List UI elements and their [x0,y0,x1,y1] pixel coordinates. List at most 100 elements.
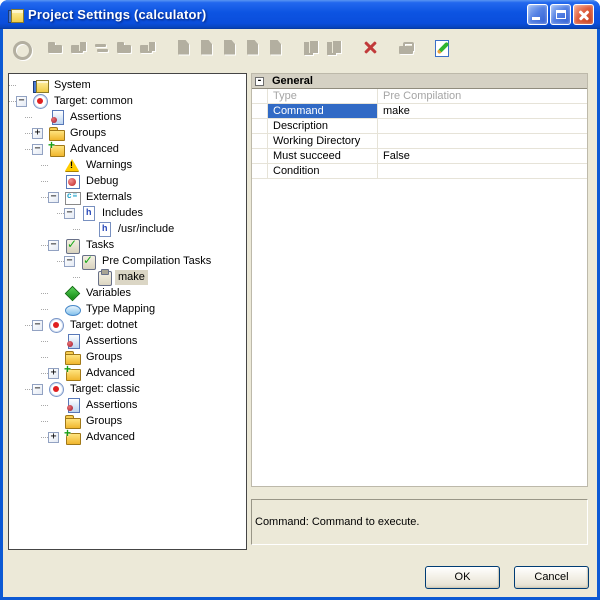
tree-item[interactable]: + Groups [9,125,246,141]
tree-item[interactable]: Variables [9,285,246,301]
tree-item[interactable]: make [9,269,246,285]
ok-button[interactable]: OK [425,566,500,589]
property-value[interactable] [378,164,587,178]
tree-item[interactable]: − Target: classic [9,381,246,397]
transfer-icon [93,39,110,56]
minimize-button[interactable] [527,4,548,25]
tree-item-label: Includes [99,206,146,221]
property-value[interactable]: False [378,149,587,163]
tree-item-label: Groups [67,126,109,141]
page-icon [244,39,261,56]
collapse-icon[interactable]: − [32,384,43,395]
edit-toolbar-button[interactable] [434,39,451,56]
tree-guide-line [25,133,32,134]
tree-item[interactable]: +Advanced [9,365,246,381]
property-label[interactable]: Description [268,119,378,133]
copy-toolbar-button [326,39,343,56]
tree-guide-line [41,293,48,294]
tree-item-label: Target: dotnet [67,318,140,333]
folder-toolbar-button [47,39,64,56]
property-section-title: General [272,75,313,87]
tree-item[interactable]: −Target: common [9,93,246,109]
property-row[interactable]: Condition [252,164,587,179]
property-label[interactable]: Command [268,104,378,118]
tree-guide-line [57,261,64,262]
collapse-icon[interactable]: − [48,192,59,203]
tree-guide-line [57,213,64,214]
property-value[interactable]: Pre Compilation [378,89,587,103]
tree-item[interactable]: +Advanced [9,429,246,445]
tree-guide-line [9,85,16,86]
property-row[interactable]: TypePre Compilation [252,89,587,104]
property-value[interactable]: make [378,104,587,118]
tree-guide-line [41,373,48,374]
property-value[interactable] [378,119,587,133]
assertions-icon [64,397,80,413]
collapse-icon[interactable]: − [64,256,75,267]
page-toolbar-button [267,39,284,56]
tree-item[interactable]: System [9,77,246,93]
collapse-section-icon[interactable]: - [255,77,264,86]
tree-item-label: Debug [83,174,121,189]
tree-item[interactable]: − Target: dotnet [9,317,246,333]
titlebar[interactable]: Project Settings (calculator) [0,0,600,29]
tree-guide-line [41,165,48,166]
property-row-gutter [252,134,268,148]
briefcase-toolbar-button [398,39,415,56]
settings-tree[interactable]: System−Target: commonAssertions+Groups−A… [8,73,247,550]
tree-item[interactable]: /usr/include [9,221,246,237]
property-row[interactable]: Commandmake [252,104,587,119]
property-row-gutter [252,104,268,118]
maximize-button[interactable] [550,4,571,25]
collapse-icon[interactable]: − [16,96,27,107]
property-value[interactable] [378,134,587,148]
delete-toolbar-button[interactable] [362,39,379,56]
assertions-icon [64,333,80,349]
close-button[interactable] [573,4,594,25]
tree-item[interactable]: Groups [9,349,246,365]
property-row[interactable]: Description [252,119,587,134]
property-section-header[interactable]: - General [252,74,587,89]
property-label[interactable]: Working Directory [268,134,378,148]
collapse-icon[interactable]: − [32,144,43,155]
property-row-gutter [252,164,268,178]
property-grid[interactable]: - General TypePre CompilationCommandmake… [251,73,588,487]
tree-item[interactable]: −Tasks [9,237,246,253]
tree-item[interactable]: Debug [9,173,246,189]
tree-item-label: Target: classic [67,382,143,397]
tree-item-label: Assertions [83,398,140,413]
target-icon [48,381,64,397]
window-icon [7,7,23,23]
property-row[interactable]: Must succeedFalse [252,149,587,164]
collapse-icon[interactable]: − [48,240,59,251]
copy-toolbar-button [303,39,320,56]
tree-item[interactable]: −Externals [9,189,246,205]
tree-guide-line [25,389,32,390]
tree-guide-line [41,197,48,198]
tree-item[interactable]: −Pre Compilation Tasks [9,253,246,269]
collapse-icon[interactable]: − [64,208,75,219]
tree-item[interactable]: Assertions [9,397,246,413]
tree-item[interactable]: −Advanced [9,141,246,157]
tree-item[interactable]: Warnings [9,157,246,173]
tree-item[interactable]: − Includes [9,205,246,221]
cancel-button[interactable]: Cancel [514,566,589,589]
tree-item[interactable]: Type Mapping [9,301,246,317]
folder-page-icon [139,39,156,56]
debug-icon [64,173,80,189]
tree-item[interactable]: Assertions [9,109,246,125]
collapse-icon[interactable]: − [32,320,43,331]
property-label[interactable]: Condition [268,164,378,178]
tree-item[interactable]: Groups [9,413,246,429]
tree-guide-line [41,437,48,438]
property-label[interactable]: Must succeed [268,149,378,163]
tree-item[interactable]: Assertions [9,333,246,349]
property-row[interactable]: Working Directory [252,134,587,149]
window-title: Project Settings (calculator) [28,7,206,22]
expand-icon[interactable]: + [32,128,43,139]
variable-icon [64,285,80,301]
expand-icon[interactable]: + [48,432,59,443]
property-label[interactable]: Type [268,89,378,103]
expand-icon[interactable]: + [48,368,59,379]
folder-plus-icon [64,365,80,381]
